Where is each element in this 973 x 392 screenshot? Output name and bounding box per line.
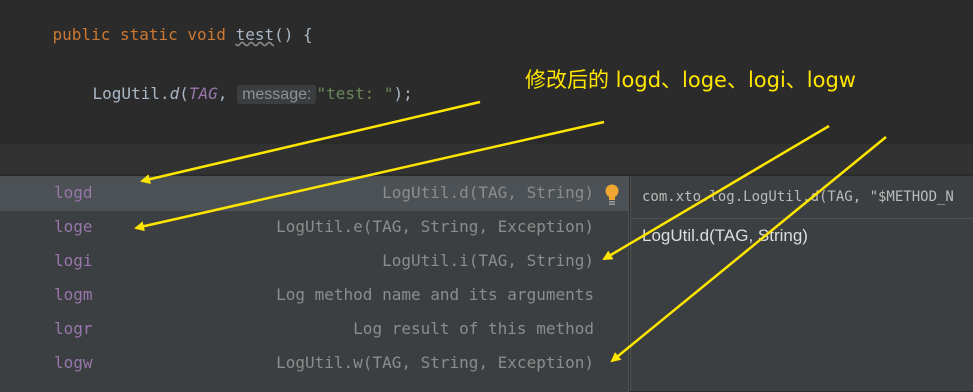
completion-item-desc: LogUtil.e(TAG, String, Exception) xyxy=(276,217,594,236)
comma: , xyxy=(217,84,228,103)
completion-item-name: loge xyxy=(54,217,93,236)
completion-item-name: logw xyxy=(54,353,93,372)
completion-item-name: logd xyxy=(54,183,93,202)
current-line-highlight xyxy=(0,144,973,174)
class-ref: LogUtil. xyxy=(92,84,170,103)
method-paren: () { xyxy=(274,25,313,44)
method-name: test xyxy=(235,25,275,44)
completion-item[interactable]: logw LogUtil.w(TAG, String, Exception) xyxy=(0,347,628,381)
parameter-hint: message: xyxy=(237,85,317,104)
doc-signature: com.xto.log.LogUtil.d(TAG, "$METHOD_N xyxy=(642,189,954,205)
completion-item-desc: LogUtil.i(TAG, String) xyxy=(382,251,594,270)
completion-item-name: logm xyxy=(54,285,93,304)
completion-item[interactable]: logr Log result of this method xyxy=(0,313,628,347)
method-ref: d xyxy=(169,84,180,103)
documentation-popup[interactable]: com.xto.log.LogUtil.d(TAG, "$METHOD_N Lo… xyxy=(630,176,973,391)
code-line-log-call[interactable]: LogUtil.d(TAG, message: "test: "); xyxy=(54,61,413,128)
completion-item[interactable]: logd LogUtil.d(TAG, String) xyxy=(0,177,628,211)
annotation-text: 修改后的 logd、loge、logi、logw xyxy=(525,68,856,92)
string-literal: "test: " xyxy=(316,84,394,103)
completion-item-name: logr xyxy=(54,319,93,338)
lightbulb-icon[interactable] xyxy=(604,183,620,207)
doc-header: com.xto.log.LogUtil.d(TAG, "$METHOD_N xyxy=(631,176,973,219)
completion-item-desc: LogUtil.w(TAG, String, Exception) xyxy=(276,353,594,372)
completion-item[interactable]: logi LogUtil.i(TAG, String) xyxy=(0,245,628,279)
code-line-method-declaration[interactable]: public static void test() { xyxy=(14,2,313,68)
doc-title: LogUtil.d(TAG, String) xyxy=(642,226,808,245)
completion-popup[interactable]: logd LogUtil.d(TAG, String) loge LogUtil… xyxy=(0,176,629,392)
completion-item-desc: Log method name and its arguments xyxy=(276,285,594,304)
open-paren: ( xyxy=(179,84,189,103)
tag-constant: TAG xyxy=(188,84,218,103)
keywords: public static void xyxy=(52,25,226,44)
completion-item[interactable]: loge LogUtil.e(TAG, String, Exception) xyxy=(0,211,628,245)
completion-item-name: logi xyxy=(54,251,93,270)
completion-item-desc: LogUtil.d(TAG, String) xyxy=(382,183,594,202)
completion-item[interactable]: logm Log method name and its arguments xyxy=(0,279,628,313)
completion-item-desc: Log result of this method xyxy=(353,319,594,338)
close-paren: ); xyxy=(393,84,413,103)
